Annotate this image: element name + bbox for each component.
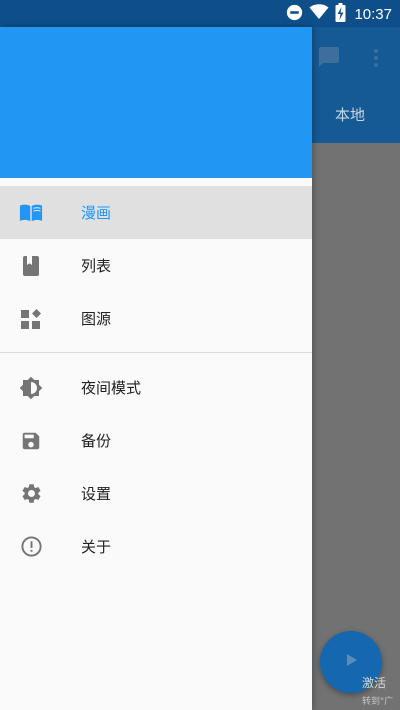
book-open-icon [19, 201, 43, 225]
drawer-item-label: 关于 [81, 538, 112, 556]
drawer-header [0, 27, 312, 178]
drawer-item-list[interactable]: 列表 [0, 239, 312, 292]
watermark-subtext: 转到"广 [362, 697, 394, 707]
do-not-disturb-icon [286, 4, 303, 25]
drawer-item-comics[interactable]: 漫画 [0, 186, 312, 239]
battery-charging-icon [335, 2, 346, 26]
drawer-item-about[interactable]: 关于 [0, 520, 312, 573]
navigation-drawer: 漫画 列表 图源 夜间模式 备份 设置 关于 [0, 27, 312, 710]
drawer-item-night-mode[interactable]: 夜间模式 [0, 361, 312, 414]
wifi-icon [309, 4, 329, 24]
info-icon [19, 535, 43, 559]
watermark-text: 激活 [362, 676, 387, 690]
widgets-icon [19, 307, 43, 331]
brightness-icon [19, 376, 43, 400]
drawer-menu: 漫画 列表 图源 夜间模式 备份 设置 关于 [0, 178, 312, 573]
status-bar: 10:37 [0, 0, 400, 27]
drawer-item-label: 备份 [81, 432, 112, 450]
gear-icon [19, 482, 43, 506]
save-icon [19, 429, 43, 453]
drawer-item-label: 设置 [81, 485, 112, 503]
chat-icon[interactable] [317, 45, 341, 73]
drawer-item-label: 夜间模式 [81, 379, 142, 397]
drawer-item-label: 列表 [81, 257, 112, 275]
drawer-divider [0, 352, 312, 353]
bookmark-book-icon [19, 254, 43, 278]
more-vert-icon[interactable] [369, 46, 383, 74]
play-icon [343, 652, 359, 672]
drawer-item-backup[interactable]: 备份 [0, 414, 312, 467]
drawer-item-settings[interactable]: 设置 [0, 467, 312, 520]
status-time: 10:37 [354, 5, 392, 23]
tab-local[interactable]: 本地 [320, 104, 380, 125]
drawer-item-label: 漫画 [81, 204, 112, 222]
drawer-item-sources[interactable]: 图源 [0, 292, 312, 345]
background-content [312, 143, 400, 710]
drawer-item-label: 图源 [81, 310, 112, 328]
